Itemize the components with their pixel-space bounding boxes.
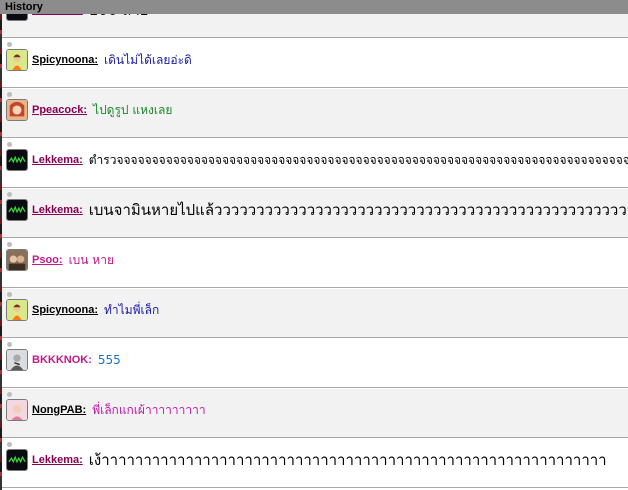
message-text: เง้าาาาาาาาาาาาาาาาาาาาาาาาาาาาาาาาาาาาา… — [88, 451, 607, 469]
username-link[interactable]: Ppeacock: — [32, 104, 87, 116]
bullet-icon — [7, 142, 12, 147]
chat-message-row: Lekkema: เบนจามินหายไปแล้วววววววววววววววว… — [0, 189, 628, 238]
username-link[interactable]: Lekkema: — [32, 454, 83, 466]
girl-pink-icon — [6, 399, 28, 421]
girl-orange-icon — [6, 299, 28, 321]
chat-message-row: Lekkema: เง้าาาาาาาาาาาาาาาาาาาาาาาาาาาาา… — [0, 439, 628, 488]
message-text: เดินไม่ได้เลยอ่ะดิ — [104, 52, 192, 67]
message-text: ทำไมพี่เล็ก — [104, 302, 160, 317]
message-text: ตำรวจจจจจจจจจจจจจจจจจจจจจจจจจจจจจจจจจจจจ… — [88, 152, 628, 167]
green-glyph-icon — [6, 149, 28, 171]
chat-message-row: Spicynoona: ทำไมพี่เล็ก — [0, 289, 628, 338]
username-link[interactable]: BKKKNOK: — [32, 354, 92, 366]
chat-message-row: Ppeacock: ไปดูรูป แหงเลย — [0, 89, 628, 138]
bullet-icon — [7, 342, 12, 347]
chat-message-row: NongPAB: พี่เล็กแกเผ้าาาาาาาาา — [0, 389, 628, 438]
message-text: พี่เล็กแกเผ้าาาาาาาาา — [92, 402, 206, 417]
message-text: เบน หาย — [68, 252, 114, 267]
green-glyph-icon — [6, 449, 28, 471]
guy-grey-icon — [6, 349, 28, 371]
couple-photo-icon — [6, 249, 28, 271]
message-text: 555 — [97, 353, 121, 367]
bullet-icon — [7, 292, 12, 297]
window-edge — [0, 14, 2, 490]
bullet-icon — [7, 42, 12, 47]
username-link[interactable]: Lekkema: — [32, 204, 83, 216]
username-link[interactable]: Spicynoona: — [32, 304, 98, 316]
message-text: เบนจามินหายไปแล้วววววววววววววววววววววววว… — [88, 201, 628, 219]
girl-orange-icon — [6, 49, 28, 71]
bullet-icon — [7, 392, 12, 397]
chat-message-row: Lekkema: ตำรวจจจจจจจจจจจจจจจจจจจจจจจจจจจจ… — [0, 139, 628, 188]
username-link[interactable]: NongPAB: — [32, 404, 86, 416]
bullet-icon — [7, 242, 12, 247]
bullet-icon — [7, 442, 12, 447]
bullet-icon — [7, 192, 12, 197]
username-link[interactable]: Lekkema: — [32, 154, 83, 166]
chat-message-row: BKKKNOK: 555 — [0, 339, 628, 388]
green-glyph-icon — [6, 199, 28, 221]
username-link[interactable]: Spicynoona: — [32, 54, 98, 66]
chat-message-row: Spicynoona: เดินไม่ได้เลยอ่ะดิ — [0, 39, 628, 88]
username-link[interactable]: Psoo: — [32, 254, 63, 266]
chat-message-row: Psoo: เบน หาย — [0, 239, 628, 288]
woman-red-hair-icon — [6, 99, 28, 121]
bullet-icon — [7, 92, 12, 97]
window-title: History — [0, 0, 628, 14]
chat-history-list[interactable]: Lekkema:100 ล่ายSpicynoona:เดินไม่ได้เลย… — [0, 0, 628, 490]
message-text: ไปดูรูป แหงเลย — [93, 102, 173, 117]
